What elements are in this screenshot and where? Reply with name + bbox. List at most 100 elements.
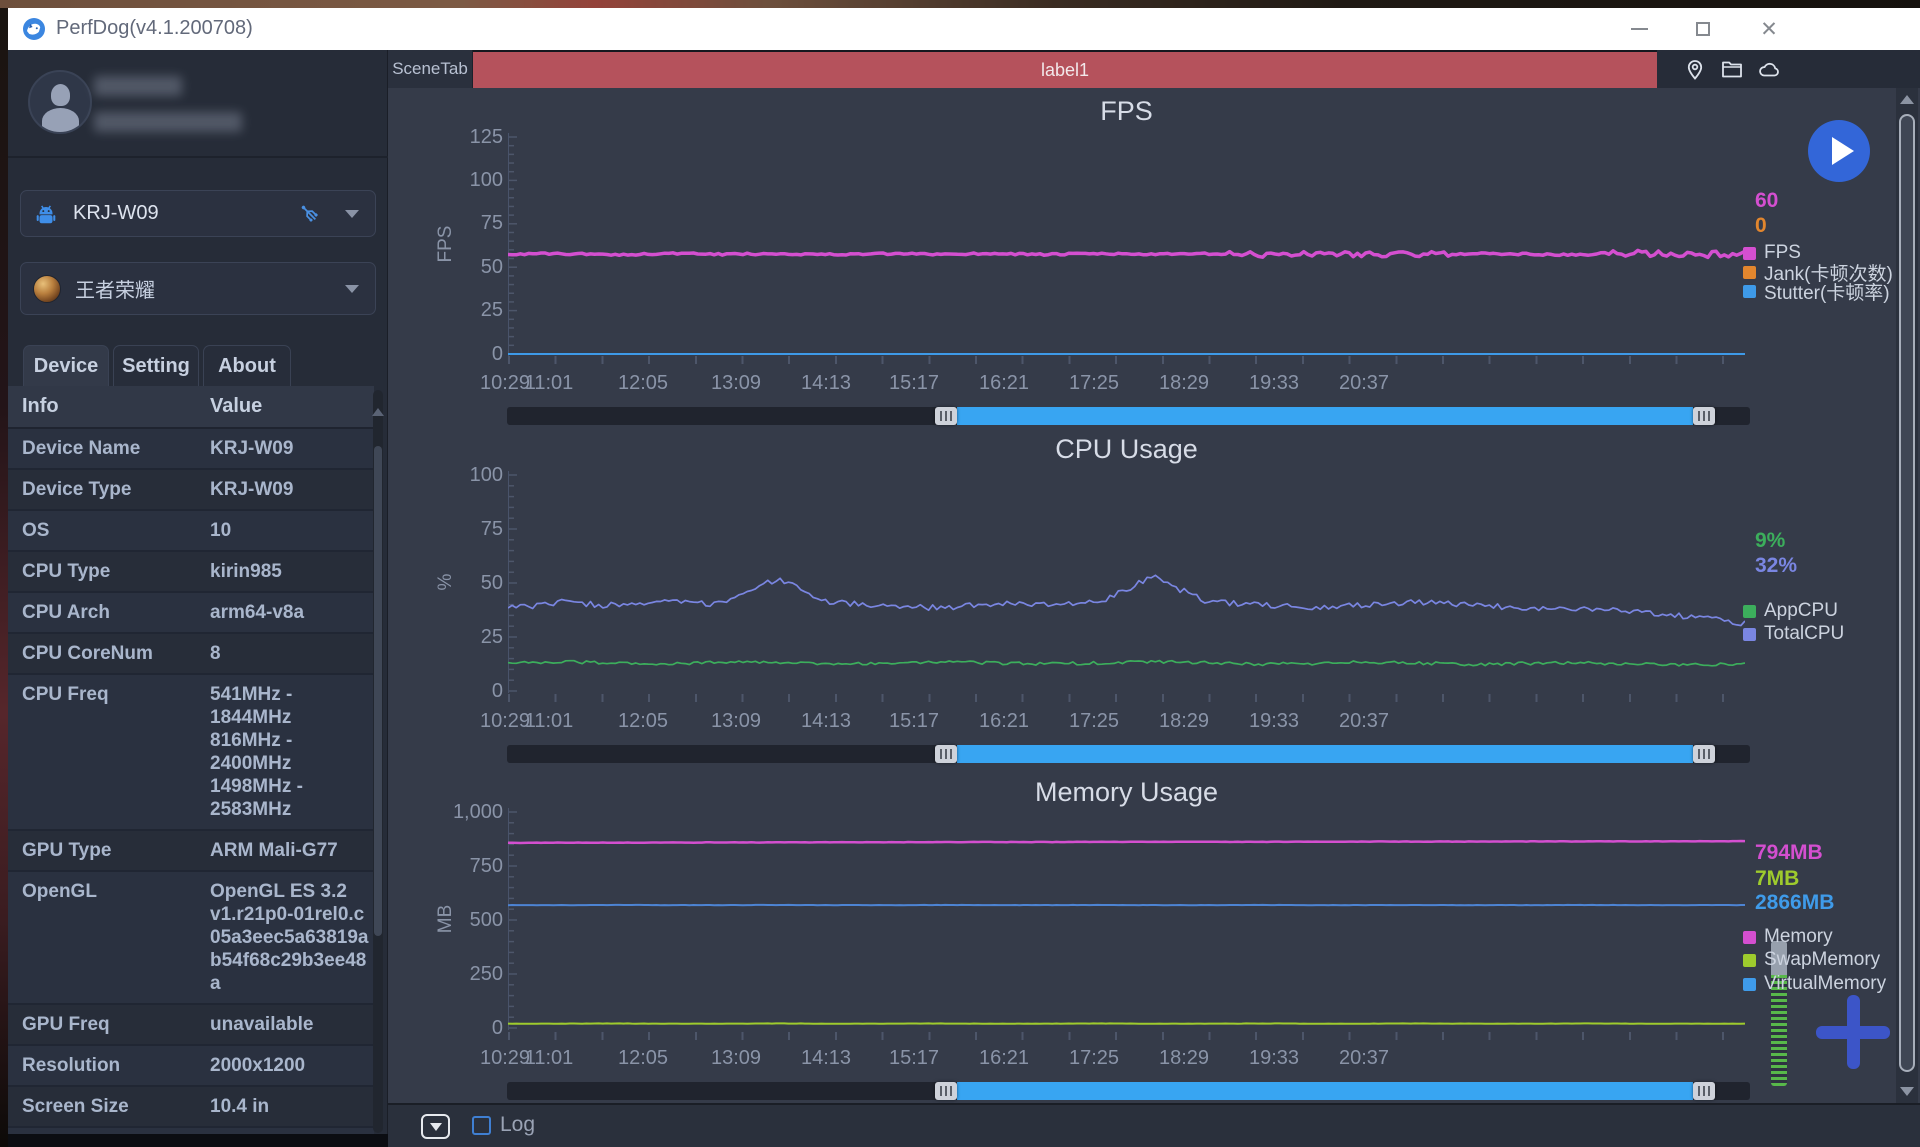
table-row[interactable]: CPU CoreNum8	[8, 634, 374, 675]
table-row[interactable]: Resolution2000x1200	[8, 1046, 374, 1087]
maximize-button[interactable]	[1680, 8, 1726, 50]
scrollbar-right-handle[interactable]	[1693, 1082, 1715, 1100]
table-row[interactable]: GPU TypeARM Mali-G77	[8, 831, 374, 872]
table-row[interactable]: Screen Size10.4 in	[8, 1087, 374, 1128]
y-axis-tick-label: 750	[403, 854, 503, 878]
tab-setting[interactable]: Setting	[113, 345, 199, 386]
table-row[interactable]: Device NameKRJ-W09	[8, 429, 374, 470]
legend-swatch	[1743, 931, 1756, 944]
usb-icon[interactable]	[297, 201, 323, 227]
scene-label-banner[interactable]: label1	[473, 50, 1657, 88]
location-pin-icon[interactable]	[1683, 57, 1707, 81]
table-row[interactable]: CPU Archarm64-v8a	[8, 593, 374, 634]
info-label: OS	[8, 511, 192, 550]
scrollbar-left-handle[interactable]	[935, 407, 957, 425]
table-row[interactable]: GPU Frequnavailable	[8, 1005, 374, 1046]
series-current-value: 0	[1755, 214, 1767, 238]
titlebar[interactable]: PerfDog(v4.1.200708) ✕	[8, 8, 1920, 50]
series-current-value: 9%	[1755, 529, 1785, 553]
add-chart-button[interactable]	[1816, 995, 1890, 1069]
x-axis-tick-label: 18:29	[1142, 1047, 1226, 1070]
legend-swatch	[1743, 628, 1756, 641]
column-header-info: Info	[8, 386, 192, 427]
legend-swatch	[1743, 954, 1756, 967]
scroll-up-arrow-icon[interactable]	[372, 408, 384, 416]
chart-title: CPU Usage	[508, 434, 1745, 470]
scroll-up-arrow-icon[interactable]	[1900, 95, 1914, 104]
legend-item[interactable]: AppCPU	[1743, 602, 1838, 620]
folder-icon[interactable]	[1720, 57, 1744, 81]
table-row[interactable]: Device TypeKRJ-W09	[8, 470, 374, 511]
tab-device[interactable]: Device	[23, 345, 109, 386]
minimize-button[interactable]	[1616, 8, 1662, 50]
info-value: 2000x1200	[192, 1046, 374, 1085]
scrollbar-selected-range[interactable]	[957, 1082, 1693, 1100]
legend-label: AppCPU	[1764, 600, 1838, 622]
legend-item[interactable]: VirtualMemory	[1743, 975, 1886, 993]
chart-plot[interactable]	[508, 130, 1745, 362]
chevron-down-icon[interactable]	[345, 210, 359, 218]
info-label: CPU Type	[8, 552, 192, 591]
legend-item[interactable]: Stutter(卡顿率)	[1743, 282, 1890, 300]
y-axis-unit-label: MB	[435, 889, 457, 949]
info-value: 10	[192, 511, 374, 550]
y-axis-tick-label: 250	[403, 962, 503, 986]
grip-icon	[1698, 411, 1710, 421]
info-label: GPU Freq	[8, 1005, 192, 1044]
device-select[interactable]: KRJ-W09	[20, 190, 376, 237]
x-axis-tick-label: 17:25	[1052, 1047, 1136, 1070]
scrollbar-selected-range[interactable]	[957, 745, 1693, 763]
legend-item[interactable]: Memory	[1743, 928, 1833, 946]
charts-vertical-scrollbar[interactable]	[1896, 88, 1918, 1103]
cloud-icon[interactable]	[1757, 57, 1781, 81]
y-axis-tick-label: 100	[403, 463, 503, 487]
y-axis-tick-label: 0	[403, 342, 503, 366]
legend-item[interactable]: TotalCPU	[1743, 625, 1844, 643]
chart-time-scrollbar[interactable]	[507, 745, 1750, 763]
x-axis-tick-label: 13:09	[694, 1047, 778, 1070]
play-button[interactable]	[1808, 120, 1870, 182]
log-checkbox[interactable]	[472, 1116, 491, 1135]
table-row[interactable]: OS10	[8, 511, 374, 552]
sidebar-scrollbar[interactable]	[373, 390, 383, 1133]
close-button[interactable]: ✕	[1746, 8, 1792, 50]
scroll-down-arrow-icon[interactable]	[1900, 1087, 1914, 1096]
x-axis-tick-label: 11:01	[507, 710, 591, 733]
table-row[interactable]: CPU Typekirin985	[8, 552, 374, 593]
vertical-scrollbar-thumb[interactable]	[1899, 114, 1915, 1072]
x-axis-tick-label: 12:05	[601, 710, 685, 733]
device-select-value: KRJ-W09	[73, 202, 159, 225]
series-line-FPS	[508, 250, 1745, 257]
chevron-down-icon[interactable]	[345, 285, 359, 293]
x-axis-tick-label: 15:17	[872, 710, 956, 733]
expand-panel-button[interactable]	[421, 1114, 450, 1139]
y-axis-unit-label: %	[435, 552, 457, 612]
table-row[interactable]: OpenGLOpenGL ES 3.2 v1.r21p0-01rel0.c 05…	[8, 872, 374, 1005]
chart-time-scrollbar[interactable]	[507, 407, 1750, 425]
scrollbar-left-handle[interactable]	[935, 745, 957, 763]
info-value: OpenGL ES 3.2 v1.r21p0-01rel0.c 05a3eec5…	[192, 872, 374, 1003]
table-row[interactable]: CPU Freq541MHz - 1844MHz 816MHz - 2400MH…	[8, 675, 374, 831]
scrollbar-selected-range[interactable]	[957, 407, 1693, 425]
chart-time-scrollbar[interactable]	[507, 1082, 1750, 1100]
x-axis-tick-label: 17:25	[1052, 372, 1136, 395]
x-axis-tick-label: 13:09	[694, 710, 778, 733]
sidebar: KRJ-W09 王者荣耀 Device Setting About	[8, 50, 388, 1147]
chart-plot[interactable]	[508, 806, 1745, 1038]
game-select[interactable]: 王者荣耀	[20, 262, 376, 315]
y-axis-tick-label: 0	[403, 679, 503, 703]
x-axis-tick-label: 12:05	[601, 372, 685, 395]
user-avatar[interactable]	[28, 70, 92, 134]
scrollbar-right-handle[interactable]	[1693, 745, 1715, 763]
legend-swatch	[1743, 266, 1756, 279]
log-checkbox-label: Log	[500, 1113, 535, 1137]
scrollbar-right-handle[interactable]	[1693, 407, 1715, 425]
series-line-Memory	[508, 841, 1745, 843]
sidebar-scrollbar-thumb[interactable]	[374, 446, 382, 936]
perfdog-app-window: PerfDog(v4.1.200708) ✕ KRJ-W09	[0, 0, 1920, 1147]
x-axis-tick-label: 19:33	[1232, 710, 1316, 733]
tab-about[interactable]: About	[203, 345, 291, 386]
chart-plot[interactable]	[508, 470, 1745, 700]
legend-item[interactable]: SwapMemory	[1743, 951, 1880, 969]
scrollbar-left-handle[interactable]	[935, 1082, 957, 1100]
